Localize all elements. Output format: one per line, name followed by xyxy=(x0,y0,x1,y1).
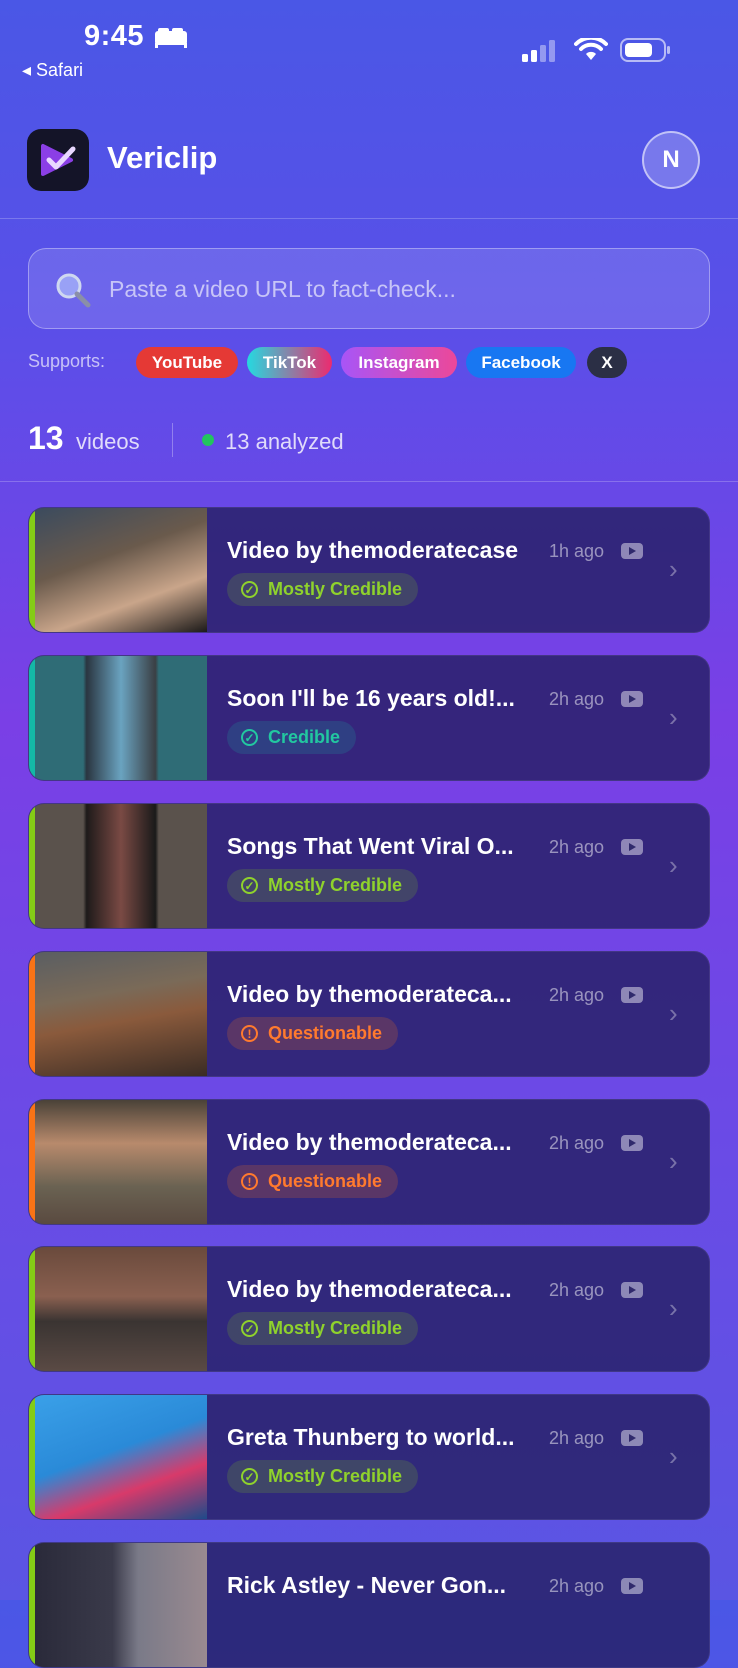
video-title: Rick Astley - Never Gon... xyxy=(227,1572,507,1598)
supports-label: Supports: xyxy=(28,351,106,371)
chevron-right-icon: › xyxy=(669,1293,678,1323)
status-time: 9:45 xyxy=(84,20,145,52)
app-title: Vericlip xyxy=(107,140,218,175)
video-card[interactable]: Video by themoderateca... 2h ago › ! Ques… xyxy=(28,951,710,1077)
back-to-safari-link[interactable]: ◂ Safari xyxy=(22,60,83,81)
alert-circle-icon: ! xyxy=(241,1025,258,1042)
check-circle-icon: ✓ xyxy=(241,877,258,894)
video-thumbnail xyxy=(35,1100,207,1224)
video-card[interactable]: Songs That Went Viral O... 2h ago › ✓ Mos… xyxy=(28,803,710,929)
search-box[interactable] xyxy=(28,248,710,329)
video-time: 2h ago xyxy=(549,1576,605,1596)
youtube-source-icon xyxy=(621,1430,643,1446)
video-time: 2h ago xyxy=(549,689,605,709)
credibility-badge: ! Questionable xyxy=(227,1165,399,1198)
youtube-source-icon xyxy=(621,839,643,855)
youtube-source-icon xyxy=(621,987,643,1003)
chevron-right-icon: › xyxy=(669,702,678,732)
video-time: 2h ago xyxy=(549,837,605,857)
video-title: Greta Thunberg to world... xyxy=(227,1424,515,1450)
platform-chip-instagram: Instagram xyxy=(341,347,457,378)
credibility-badge: ✓ Mostly Credible xyxy=(227,1460,419,1493)
video-thumbnail xyxy=(35,1395,207,1519)
cellular-signal-icon xyxy=(522,40,555,62)
chevron-right-icon: › xyxy=(669,998,678,1028)
credibility-badge: ✓ Mostly Credible xyxy=(227,573,419,606)
video-card[interactable]: Video by themoderateca... 2h ago › ✓ Most… xyxy=(28,1246,710,1372)
credibility-badge: ✓ Mostly Credible xyxy=(227,1312,419,1345)
analyzed-status-dot xyxy=(202,434,214,446)
platform-chip-x: X xyxy=(587,347,627,378)
credibility-badge: ✓ Mostly Credible xyxy=(227,869,419,902)
video-thumbnail xyxy=(35,952,207,1076)
check-circle-icon: ✓ xyxy=(241,729,258,746)
sleep-mode-icon xyxy=(155,28,187,48)
video-card[interactable]: Video by themoderatecase 1h ago › ✓ Mostl… xyxy=(28,507,710,633)
analyzed-count: 13 analyzed xyxy=(225,429,344,454)
alert-circle-icon: ! xyxy=(241,1173,258,1190)
chevron-right-icon: › xyxy=(669,554,678,584)
video-time: 2h ago xyxy=(549,1280,605,1300)
battery-icon xyxy=(620,38,670,62)
stats-separator xyxy=(172,423,173,457)
video-title: Video by themoderateca... xyxy=(227,1276,512,1302)
video-title: Video by themoderateca... xyxy=(227,981,512,1007)
search-input[interactable] xyxy=(107,249,691,329)
chevron-right-icon: › xyxy=(669,1146,678,1176)
video-time: 2h ago xyxy=(549,985,605,1005)
youtube-source-icon xyxy=(621,1282,643,1298)
video-card[interactable]: Video by themoderateca... 2h ago › ! Ques… xyxy=(28,1099,710,1225)
video-title: Songs That Went Viral O... xyxy=(227,833,514,859)
check-circle-icon: ✓ xyxy=(241,1468,258,1485)
video-count: 13 xyxy=(28,420,64,456)
video-thumbnail xyxy=(35,1543,207,1667)
chevron-right-icon: › xyxy=(669,850,678,880)
video-count-label: videos xyxy=(76,429,140,454)
video-thumbnail xyxy=(35,508,207,632)
video-title: Video by themoderatecase xyxy=(227,537,519,563)
avatar[interactable]: N xyxy=(642,131,700,189)
video-title: Soon I'll be 16 years old!... xyxy=(227,685,515,711)
check-circle-icon: ✓ xyxy=(241,581,258,598)
credibility-badge: ! Questionable xyxy=(227,1017,399,1050)
play-check-icon xyxy=(41,144,76,176)
stats-divider xyxy=(0,481,738,482)
platform-chip-tiktok: TikTok xyxy=(247,347,332,378)
youtube-source-icon xyxy=(621,543,643,559)
header-divider xyxy=(0,218,738,219)
search-icon xyxy=(56,273,91,308)
chevron-right-icon: › xyxy=(669,1441,678,1471)
video-time: 2h ago xyxy=(549,1428,605,1448)
video-card[interactable]: Soon I'll be 16 years old!... 2h ago › ✓… xyxy=(28,655,710,781)
youtube-source-icon xyxy=(621,1578,643,1594)
video-thumbnail xyxy=(35,1247,207,1371)
youtube-source-icon xyxy=(621,691,643,707)
video-thumbnail xyxy=(35,804,207,928)
video-time: 2h ago xyxy=(549,1133,605,1153)
app-logo xyxy=(27,129,89,191)
youtube-source-icon xyxy=(621,1135,643,1151)
check-circle-icon: ✓ xyxy=(241,1320,258,1337)
wifi-icon xyxy=(574,38,608,60)
video-card[interactable]: Greta Thunberg to world... 2h ago › ✓ Mos… xyxy=(28,1394,710,1520)
video-card[interactable]: Rick Astley - Never Gon... 2h ago xyxy=(28,1542,710,1668)
video-title: Video by themoderateca... xyxy=(227,1129,512,1155)
platform-chip-facebook: Facebook xyxy=(466,347,576,378)
video-time: 1h ago xyxy=(549,541,605,561)
video-thumbnail xyxy=(35,656,207,780)
credibility-badge: ✓ Credible xyxy=(227,721,357,754)
platform-chip-youtube: YouTube xyxy=(136,347,238,378)
